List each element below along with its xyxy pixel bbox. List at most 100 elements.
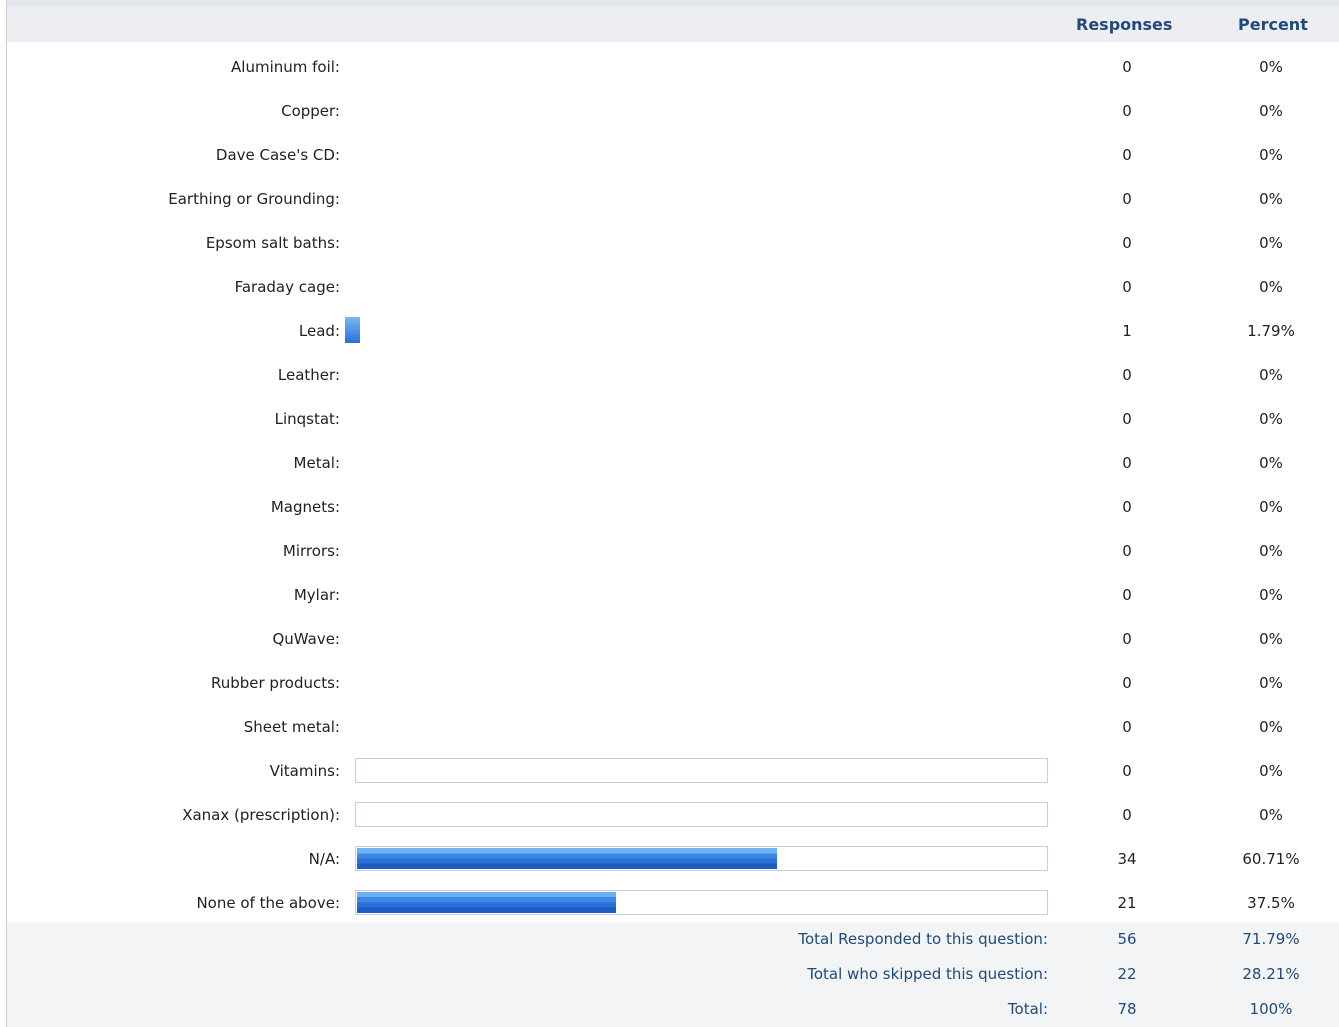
summary-count: 22 xyxy=(1117,965,1137,983)
answer-row: Aluminum foil: 0 0% xyxy=(7,45,1339,89)
answer-row: Metal: 0 0% xyxy=(7,441,1339,485)
response-count: 21 xyxy=(1117,894,1137,912)
answer-label: Vitamins: xyxy=(269,762,340,780)
answer-row: Earthing or Grounding: 0 0% xyxy=(7,177,1339,221)
answer-row: None of the above: 21 37.5% xyxy=(7,881,1339,925)
response-count: 0 xyxy=(1122,718,1132,736)
summary-count: 56 xyxy=(1117,930,1137,948)
response-count: 0 xyxy=(1122,58,1132,76)
bar-track xyxy=(355,890,1048,915)
response-count: 0 xyxy=(1122,630,1132,648)
response-count: 0 xyxy=(1122,234,1132,252)
response-percent: 0% xyxy=(1259,58,1283,76)
response-count: 1 xyxy=(1122,322,1132,340)
response-percent: 0% xyxy=(1259,102,1283,120)
bar-track xyxy=(355,846,1048,871)
results-panel: Responses Percent Aluminum foil: 0 0% Coppe… xyxy=(6,0,1339,1027)
answer-label: Linqstat: xyxy=(274,410,340,428)
response-count: 0 xyxy=(1122,146,1132,164)
answer-row: Sheet metal: 0 0% xyxy=(7,705,1339,749)
summary-percent: 100% xyxy=(1249,1000,1293,1018)
response-percent: 37.5% xyxy=(1247,894,1295,912)
response-percent: 0% xyxy=(1259,410,1283,428)
answer-row: Leather: 0 0% xyxy=(7,353,1339,397)
answer-row: Xanax (prescription): 0 0% xyxy=(7,793,1339,837)
summary-count: 78 xyxy=(1117,1000,1137,1018)
response-count: 0 xyxy=(1122,410,1132,428)
response-percent: 0% xyxy=(1259,762,1283,780)
summary-row-total: Total: 78 100% xyxy=(7,992,1339,1027)
response-count: 0 xyxy=(1122,190,1132,208)
response-count: 0 xyxy=(1122,674,1132,692)
response-count: 0 xyxy=(1122,102,1132,120)
answer-label: Magnets: xyxy=(270,498,340,516)
summary-row-skipped: Total who skipped this question: 22 28.2… xyxy=(7,957,1339,992)
answer-label: N/A: xyxy=(308,850,340,868)
answer-label: Faraday cage: xyxy=(234,278,340,296)
answer-row: Copper: 0 0% xyxy=(7,89,1339,133)
answer-label: Xanax (prescription): xyxy=(182,806,340,824)
summary-percent: 71.79% xyxy=(1242,930,1300,948)
response-percent: 0% xyxy=(1259,586,1283,604)
answer-label: Copper: xyxy=(281,102,340,120)
response-count: 0 xyxy=(1122,806,1132,824)
response-percent: 0% xyxy=(1259,498,1283,516)
answer-label: Epsom salt baths: xyxy=(205,234,340,252)
answer-row: N/A: 34 60.71% xyxy=(7,837,1339,881)
response-percent: 1.79% xyxy=(1247,322,1295,340)
answer-row: Faraday cage: 0 0% xyxy=(7,265,1339,309)
answer-row: Linqstat: 0 0% xyxy=(7,397,1339,441)
answer-label: Sheet metal: xyxy=(243,718,340,736)
answer-row: Rubber products: 0 0% xyxy=(7,661,1339,705)
bar-track xyxy=(355,758,1048,783)
answer-label: Aluminum foil: xyxy=(231,58,340,76)
response-count: 0 xyxy=(1122,366,1132,384)
answer-row: QuWave: 0 0% xyxy=(7,617,1339,661)
summary-footer: Total Responded to this question: 56 71.… xyxy=(7,922,1339,1027)
response-count: 34 xyxy=(1117,850,1137,868)
response-count: 0 xyxy=(1122,454,1132,472)
response-bar xyxy=(357,892,616,913)
summary-row-responded: Total Responded to this question: 56 71.… xyxy=(7,922,1339,957)
answer-row: Vitamins: 0 0% xyxy=(7,749,1339,793)
summary-percent: 28.21% xyxy=(1242,965,1300,983)
summary-label: Total Responded to this question: xyxy=(798,930,1048,948)
response-count: 0 xyxy=(1122,278,1132,296)
answer-row: Mirrors: 0 0% xyxy=(7,529,1339,573)
response-count: 0 xyxy=(1122,586,1132,604)
percent-header: Percent xyxy=(1238,15,1308,34)
response-percent: 0% xyxy=(1259,674,1283,692)
response-percent: 0% xyxy=(1259,806,1283,824)
answer-row: Lead: 1 1.79% xyxy=(7,309,1339,353)
answer-label: Lead: xyxy=(298,322,340,340)
response-percent: 0% xyxy=(1259,542,1283,560)
answer-label: Leather: xyxy=(277,366,340,384)
response-percent: 0% xyxy=(1259,234,1283,252)
summary-label: Total who skipped this question: xyxy=(807,965,1048,983)
table-header: Responses Percent xyxy=(7,6,1339,42)
answer-row: Epsom salt baths: 0 0% xyxy=(7,221,1339,265)
answer-label: Rubber products: xyxy=(210,674,340,692)
answer-label: Mylar: xyxy=(293,586,340,604)
response-percent: 60.71% xyxy=(1242,850,1300,868)
answer-row: Dave Case's CD: 0 0% xyxy=(7,133,1339,177)
response-percent: 0% xyxy=(1259,146,1283,164)
response-percent: 0% xyxy=(1259,630,1283,648)
response-percent: 0% xyxy=(1259,718,1283,736)
response-percent: 0% xyxy=(1259,366,1283,384)
answer-label: Mirrors: xyxy=(282,542,340,560)
response-count: 0 xyxy=(1122,498,1132,516)
response-bar xyxy=(357,848,777,869)
response-bar xyxy=(345,317,360,343)
summary-label: Total: xyxy=(1007,1000,1048,1018)
bar-track xyxy=(355,802,1048,827)
answer-label: Metal: xyxy=(293,454,340,472)
answer-row: Magnets: 0 0% xyxy=(7,485,1339,529)
response-percent: 0% xyxy=(1259,278,1283,296)
response-count: 0 xyxy=(1122,542,1132,560)
answer-row: Mylar: 0 0% xyxy=(7,573,1339,617)
answer-label: Dave Case's CD: xyxy=(215,146,340,164)
responses-header: Responses xyxy=(1076,15,1173,34)
response-count: 0 xyxy=(1122,762,1132,780)
answer-label: Earthing or Grounding: xyxy=(168,190,340,208)
